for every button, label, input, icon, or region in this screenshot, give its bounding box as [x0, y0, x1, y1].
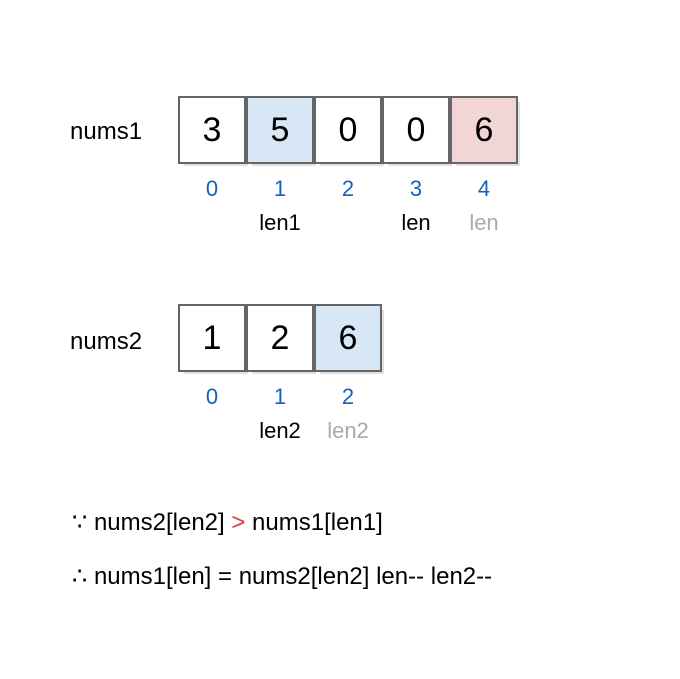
nums2-cell-1-val: 2: [271, 319, 290, 358]
nums1-cell-1: 5: [246, 96, 314, 164]
nums1-cell-0-val: 3: [203, 111, 222, 150]
premise-prefix: ∵ nums2[len2]: [72, 509, 231, 536]
nums1-cell-2: 0: [314, 96, 382, 164]
nums2-ptr-len2: len2: [246, 418, 314, 444]
premise-statement: ∵ nums2[len2] > nums1[len1]: [72, 508, 383, 537]
nums1-index-4: 4: [450, 176, 518, 202]
nums2-cell-2-val: 6: [339, 319, 358, 358]
nums1-ptr-len1: len1: [246, 210, 314, 236]
nums2-index-2: 2: [314, 384, 382, 410]
nums2-cell-1: 2: [246, 304, 314, 372]
nums1-index-2: 2: [314, 176, 382, 202]
nums1-cell-4-val: 6: [475, 111, 494, 150]
nums2-ptr-len2-prev: len2: [314, 418, 382, 444]
nums2-cell-0: 1: [178, 304, 246, 372]
premise-suffix: nums1[len1]: [245, 509, 382, 536]
nums1-cell-3-val: 0: [407, 111, 426, 150]
nums1-cell-4: 6: [450, 96, 518, 164]
nums2-index-0: 0: [178, 384, 246, 410]
nums1-cell-1-val: 5: [271, 111, 290, 150]
nums1-ptr-len: len: [382, 210, 450, 236]
conclusion-statement: ∴ nums1[len] = nums2[len2] len-- len2--: [72, 562, 492, 591]
nums1-cell-2-val: 0: [339, 111, 358, 150]
nums1-index-1: 1: [246, 176, 314, 202]
nums2-index-1: 1: [246, 384, 314, 410]
nums1-ptr-len-prev: len: [450, 210, 518, 236]
nums2-cell-2: 6: [314, 304, 382, 372]
nums1-cell-0: 3: [178, 96, 246, 164]
greater-than-op: >: [231, 509, 245, 536]
nums1-cell-3: 0: [382, 96, 450, 164]
nums1-label: nums1: [70, 118, 142, 146]
nums1-index-0: 0: [178, 176, 246, 202]
nums2-label: nums2: [70, 328, 142, 356]
nums2-cell-0-val: 1: [203, 319, 222, 358]
nums1-index-3: 3: [382, 176, 450, 202]
